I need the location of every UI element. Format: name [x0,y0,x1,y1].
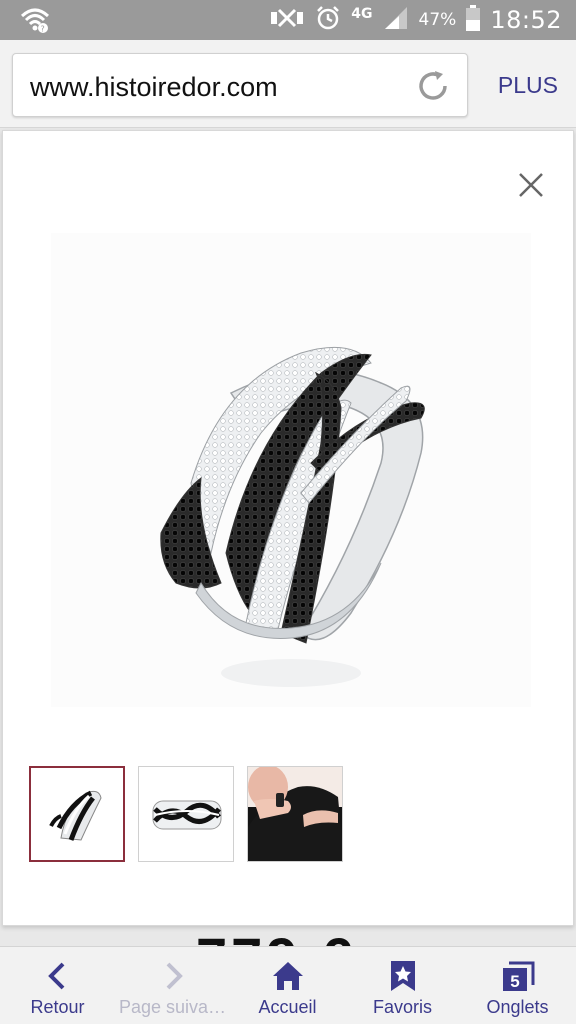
image-gallery-modal [2,130,574,926]
address-bar[interactable]: www.histoiredor.com [12,53,468,117]
ring-side-thumbnail[interactable] [138,766,234,862]
status-bar: ? 4G 47% 18:52 [0,0,576,40]
bookmark-star-icon [386,959,420,993]
chevron-right-icon [156,959,190,993]
home-label: Accueil [258,997,317,1017]
tabs-icon: 5 [501,959,535,993]
tab-count: 5 [510,972,519,991]
back-label: Retour [30,997,85,1017]
ring-main-photo[interactable] [51,233,531,707]
signal-icon [383,5,409,35]
wifi-icon: ? [20,6,50,34]
clock: 18:52 [490,6,562,34]
mute-icon [269,6,305,34]
battery-icon [466,5,481,35]
svg-text:?: ? [41,25,45,34]
tabs-button[interactable]: 5 Onglets [460,947,575,1024]
reload-icon[interactable] [415,68,451,104]
forward-button[interactable]: Page suiva… [115,947,230,1024]
favorites-label: Favoris [372,997,432,1017]
back-button[interactable]: Retour [0,947,115,1024]
favorites-button[interactable]: Favoris [345,947,460,1024]
home-icon [271,959,305,993]
forward-label: Page suiva… [118,997,227,1017]
battery-percent: 47% [418,10,457,30]
alarm-icon [315,5,341,35]
bottom-navigation: Retour Page suiva… Accueil Favoris 5 Ong… [0,946,576,1024]
close-icon[interactable] [515,169,547,201]
more-menu-button[interactable]: PLUS [498,72,558,99]
home-button[interactable]: Accueil [230,947,345,1024]
browser-toolbar: www.histoiredor.com PLUS [0,40,576,128]
network-type: 4G [351,6,373,22]
price-text: 779 € [196,928,392,949]
tabs-label: Onglets [486,997,549,1017]
chevron-left-icon [41,959,75,993]
ring-front-thumbnail[interactable] [29,766,125,862]
url-text[interactable]: www.histoiredor.com [30,72,278,103]
ring-worn-thumbnail[interactable] [247,766,343,862]
